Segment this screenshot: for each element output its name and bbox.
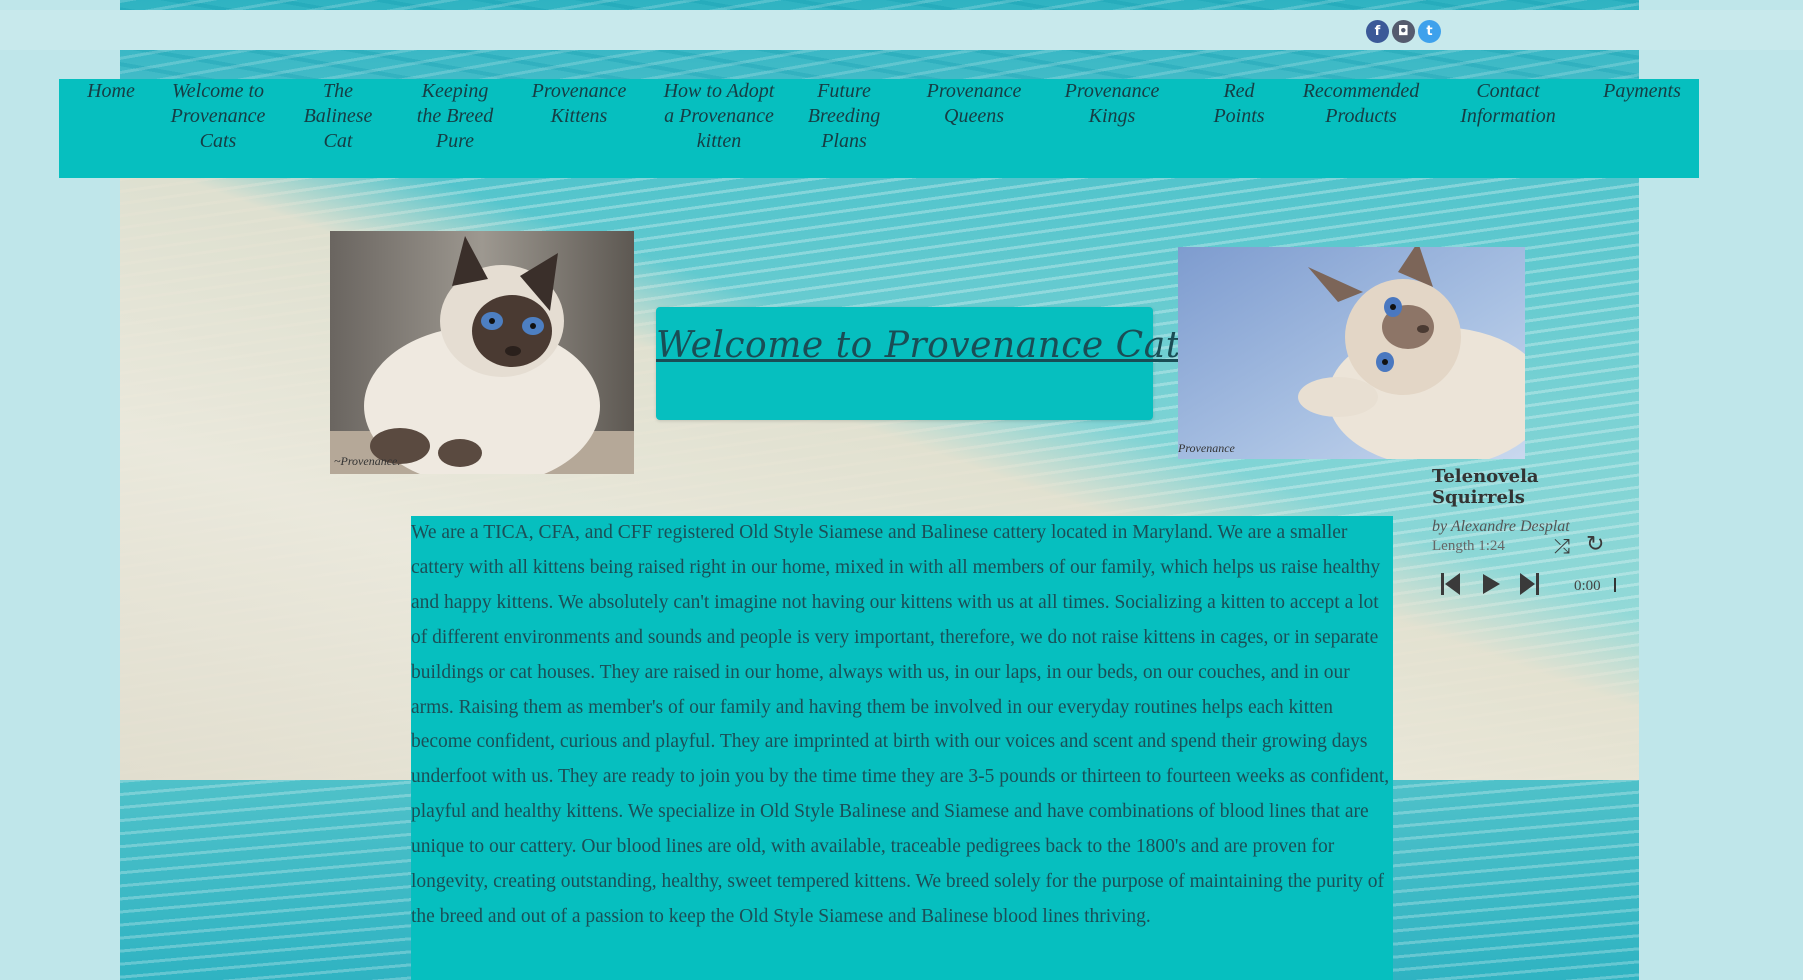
nav-item-payments[interactable]: Payments (1592, 79, 1692, 104)
photo-caption: ~Provenance. (334, 454, 401, 468)
nav-item-recommended-products[interactable]: Recommended Products (1291, 79, 1431, 129)
photo-caption: Provenance (1178, 441, 1235, 455)
nav-item-home[interactable]: Home (75, 79, 147, 104)
nav-item-keeping-breed-pure[interactable]: Keeping the Breed Pure (415, 79, 495, 154)
nav-item-provenance-kings[interactable]: Provenance Kings (1062, 79, 1162, 129)
intro-paragraph: We are a TICA, CFA, and CFF registered O… (411, 522, 1390, 927)
facebook-icon[interactable]: f (1366, 20, 1389, 43)
nav-item-future-breeding-plans[interactable]: Future Breeding Plans (801, 79, 887, 154)
nav-item-welcome[interactable]: Welcome to Provenance Cats (166, 79, 270, 154)
welcome-banner: Welcome to Provenance Cats (656, 307, 1199, 420)
shuffle-icon[interactable]: ⤮ (1554, 534, 1570, 558)
track-title: Telenovela Squirrels (1432, 466, 1539, 508)
intro-text-box: We are a TICA, CFA, and CFF registered O… (411, 516, 1393, 980)
progress-scrubber[interactable] (1614, 578, 1616, 592)
nav-item-red-points[interactable]: Red Points (1199, 79, 1279, 129)
twitter-icon[interactable]: t (1418, 20, 1441, 43)
nav-item-contact-information[interactable]: Contact Information (1447, 79, 1569, 129)
nav-item-provenance-kittens[interactable]: Provenance Kittens (526, 79, 632, 129)
cat-photo-right: Provenance (1178, 247, 1525, 459)
main-nav: Home Welcome to Provenance Cats The Bali… (59, 79, 1699, 178)
page-title: Welcome to Provenance Cats (656, 325, 1200, 366)
top-bar (0, 10, 1803, 50)
music-player: Telenovela Squirrels by Alexandre Despla… (1432, 466, 1632, 595)
track-length: Length 1:24 (1432, 538, 1505, 554)
cat-photo-left: ~Provenance. (330, 231, 634, 474)
next-icon[interactable] (1518, 572, 1540, 600)
nav-item-balinese-cat[interactable]: The Balinese Cat (303, 79, 373, 154)
previous-icon[interactable] (1440, 572, 1462, 600)
repeat-icon[interactable]: ↻ (1586, 532, 1604, 557)
instagram-icon[interactable]: ◘ (1392, 20, 1415, 43)
nav-item-provenance-queens[interactable]: Provenance Queens (919, 79, 1029, 129)
social-bar: f ◘ t (1366, 20, 1441, 43)
time-readout: 0:00 (1574, 578, 1601, 594)
play-icon[interactable] (1480, 572, 1502, 600)
nav-item-how-to-adopt[interactable]: How to Adopt a Provenance kitten (662, 79, 776, 154)
